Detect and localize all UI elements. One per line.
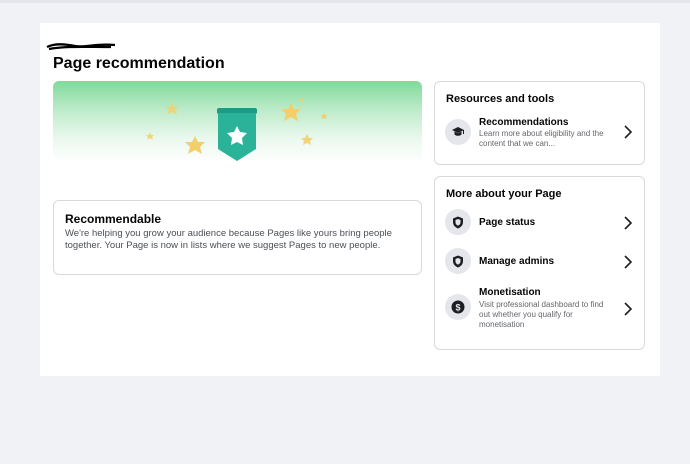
more-about-page-card: More about your Page Page status Manage — [434, 176, 645, 350]
dollar-icon: $ — [445, 294, 471, 320]
badge-icon — [217, 108, 257, 161]
recommendable-title: Recommendable — [65, 212, 162, 226]
star-icon — [185, 136, 205, 154]
recommendation-banner — [53, 81, 422, 163]
monetisation-label: Monetisation — [479, 287, 541, 298]
recommendations-label: Recommendations — [479, 117, 569, 128]
manage-admins-row[interactable]: Manage admins — [435, 248, 644, 278]
page-status-label: Page status — [479, 217, 536, 228]
star-icon — [298, 97, 304, 102]
resources-item-recommendations[interactable]: Recommendations Learn more about eligibi… — [435, 117, 644, 157]
chevron-right-icon — [624, 255, 633, 269]
star-icon — [301, 134, 313, 145]
resources-card: Resources and tools Recommendations Lear… — [434, 81, 645, 165]
chevron-right-icon — [624, 216, 633, 230]
manage-admins-label: Manage admins — [479, 256, 555, 267]
main-panel: Page recommendation Recommendable We're … — [40, 23, 660, 376]
resources-title: Resources and tools — [446, 93, 555, 105]
star-icon — [281, 103, 301, 121]
star-icon — [146, 132, 154, 140]
recommendations-description: Learn more about eligibility and the con… — [479, 129, 604, 148]
banner-illustration — [146, 97, 327, 161]
star-icon — [165, 102, 179, 115]
svg-text:$: $ — [455, 303, 460, 313]
top-border — [0, 0, 690, 3]
recommendable-description: We're helping you grow your audience bec… — [65, 228, 392, 251]
shield-icon — [445, 209, 471, 235]
monetisation-row[interactable]: $ Monetisation Visit professional dashbo… — [435, 287, 644, 337]
redacted-scribble — [46, 43, 116, 51]
page-title: Page recommendation — [53, 55, 225, 72]
chevron-right-icon — [624, 302, 633, 316]
graduation-cap-icon — [445, 119, 471, 145]
chevron-right-icon — [624, 125, 633, 139]
star-icon — [321, 113, 327, 119]
shield-icon — [445, 248, 471, 274]
monetisation-description: Visit professional dashboard to find out… — [479, 300, 604, 329]
page-status-row[interactable]: Page status — [435, 209, 644, 239]
more-about-page-title: More about your Page — [446, 188, 562, 200]
recommendable-card: Recommendable We're helping you grow you… — [53, 200, 422, 275]
